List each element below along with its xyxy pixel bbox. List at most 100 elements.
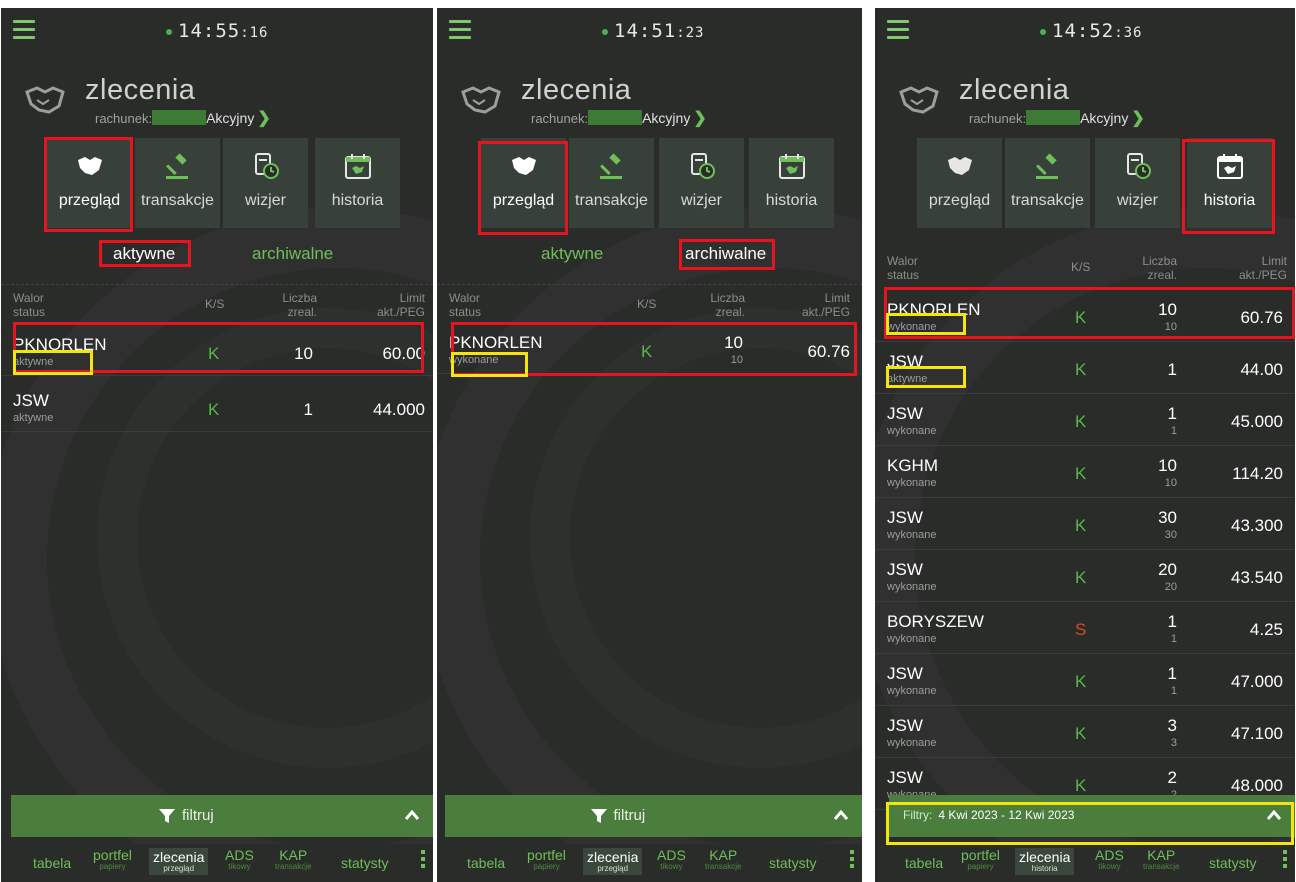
row-walor: KGHM [887,456,938,475]
menu-icon[interactable] [449,20,471,40]
table-row[interactable]: JSW wykonane K 30 30 43.300 [875,498,1295,550]
nav-portfel[interactable]: portfel papiery [527,848,566,871]
column-label: Liczba [710,291,745,305]
chevron-right-icon: ❯ [1131,110,1145,127]
screen-przeglad-archiwalne: 14:51:23 zlecenia rachunek: Akcyjny ❯ prze… [437,8,862,882]
row-limit: 43.300 [1231,516,1283,535]
nav-kap[interactable]: KAP transakcje [705,848,741,871]
subtab-aktywne[interactable]: aktywne [113,244,175,264]
tab-historia[interactable]: historia [749,138,834,228]
nav-statystyki[interactable]: statysty [1209,856,1256,870]
tab-label: historia [331,192,384,209]
row-walor: PKNORLEN [449,333,543,352]
nav-label: zlecenia [1019,849,1071,865]
row-walor: BORYSZEW [887,612,984,631]
gavel-icon [165,153,188,179]
table-row[interactable]: KGHM wykonane K 10 10 114.20 [875,446,1295,498]
tab-transakcje[interactable]: transakcje [1005,138,1090,228]
background-watermark [97,308,433,768]
account-selector[interactable]: rachunek: Akcyjny ❯ [531,108,707,128]
nav-label: KAP [279,847,308,863]
nav-ads[interactable]: ADS tikowy [657,848,686,871]
more-vertical-icon[interactable] [1283,850,1287,871]
account-prefix: rachunek: [95,111,153,126]
row-walor: JSW [13,391,49,410]
nav-sublabel: przegląd [163,864,195,873]
chevron-up-icon[interactable] [1267,809,1281,823]
bottom-nav: tabela portfel papiery zlecenia przegląd A… [445,844,862,882]
tab-przeglad[interactable]: przegląd [47,138,132,228]
nav-portfel[interactable]: portfel papiery [93,848,132,871]
tab-przeglad[interactable]: przegląd [917,138,1002,228]
tab-historia[interactable]: historia [1187,138,1272,228]
nav-portfel[interactable]: portfel papiery [961,848,1000,871]
table-row[interactable]: JSW wykonane K 20 20 43.540 [875,550,1295,602]
row-status: wykonane [449,354,499,366]
nav-ads[interactable]: ADS tikowy [1095,848,1124,871]
column-walor: Walor status [449,291,481,319]
row-qty: 3 [1167,716,1177,735]
row-status: aktywne [13,356,54,368]
nav-sublabel: transakcje [705,862,742,871]
tab-wizjer[interactable]: wizjer [1095,138,1180,228]
account-selector[interactable]: rachunek: Akcyjny ❯ [969,108,1145,128]
table-row[interactable]: JSW aktywne K 1 44.000 [1,386,433,432]
row-qty-done: 1 [1170,633,1177,645]
filter-bar[interactable]: filtruj [445,795,862,837]
row-status: wykonane [887,581,937,593]
tab-wizjer[interactable]: wizjer [659,138,744,228]
table-row[interactable]: JSW wykonane K 1 1 45.000 [875,394,1295,446]
table-row[interactable]: JSW aktywne K 1 44.00 [875,342,1295,394]
nav-zlecenia[interactable]: zlecenia przegląd [149,848,209,875]
nav-kap[interactable]: KAP transakcje [1143,848,1179,871]
nav-statystyki[interactable]: statysty [769,856,816,870]
subtab-archiwalne[interactable]: archiwalne [252,244,333,264]
nav-ads[interactable]: ADS tikowy [225,848,254,871]
menu-icon[interactable] [887,20,909,40]
column-label: akt./PEG [1238,268,1287,282]
table-row[interactable]: PKNORLEN wykonane K 10 10 60.76 [437,328,862,374]
table-row[interactable]: JSW wykonane K 3 3 47.100 [875,706,1295,758]
nav-sublabel: transakcje [275,862,312,871]
tab-label: historia [1203,192,1256,209]
nav-tabela[interactable]: tabela [467,856,505,870]
table-row[interactable]: JSW wykonane K 1 1 47.000 [875,654,1295,706]
nav-sublabel: historia [1031,864,1058,873]
row-walor: JSW [887,664,923,683]
table-row[interactable]: PKNORLEN aktywne K 10 60.00 [1,330,433,376]
chevron-up-icon[interactable] [405,809,419,823]
table-row[interactable]: BORYSZEW wykonane S 1 1 4.25 [875,602,1295,654]
tab-przeglad[interactable]: przegląd [481,138,566,228]
nav-kap[interactable]: KAP transakcje [275,848,311,871]
table-row[interactable]: PKNORLEN wykonane K 10 10 60.76 [875,290,1295,342]
chevron-up-icon[interactable] [834,809,848,823]
tab-wizjer[interactable]: wizjer [223,138,308,228]
nav-zlecenia[interactable]: zlecenia historia [1015,848,1075,875]
top-bar: 14:55:16 [1,8,433,58]
subtab-aktywne[interactable]: aktywne [541,244,603,264]
menu-icon[interactable] [13,20,35,40]
row-qty: 1 [1167,664,1177,683]
row-qty: 10 [294,344,313,363]
tab-transakcje[interactable]: transakcje [135,138,220,228]
nav-zlecenia[interactable]: zlecenia przegląd [583,848,643,875]
nav-tabela[interactable]: tabela [905,856,943,870]
page-title: zlecenia [959,74,1070,106]
column-label: akt./PEG [376,305,425,319]
main-tabs: przegląd transakcje wizjer historia [1,138,433,230]
tab-transakcje[interactable]: transakcje [569,138,654,228]
nav-sublabel: papiery [533,862,560,871]
tab-historia[interactable]: historia [315,138,400,228]
row-ks: K [641,342,653,361]
filter-bar[interactable]: filtruj [11,795,433,837]
column-label: akt./PEG [801,305,850,319]
filter-bar[interactable]: Filtry: 4 Kwi 2023 - 12 Kwi 2023 [889,795,1295,837]
nav-tabela[interactable]: tabela [33,856,71,870]
row-qty-done: 20 [1164,581,1177,593]
more-vertical-icon[interactable] [850,850,854,871]
nav-sublabel: papiery [967,862,994,871]
nav-statystyki[interactable]: statysty [341,856,388,870]
subtab-archiwalne[interactable]: archiwalne [685,244,766,264]
account-selector[interactable]: rachunek: Akcyjny ❯ [95,108,271,128]
more-vertical-icon[interactable] [421,850,425,871]
